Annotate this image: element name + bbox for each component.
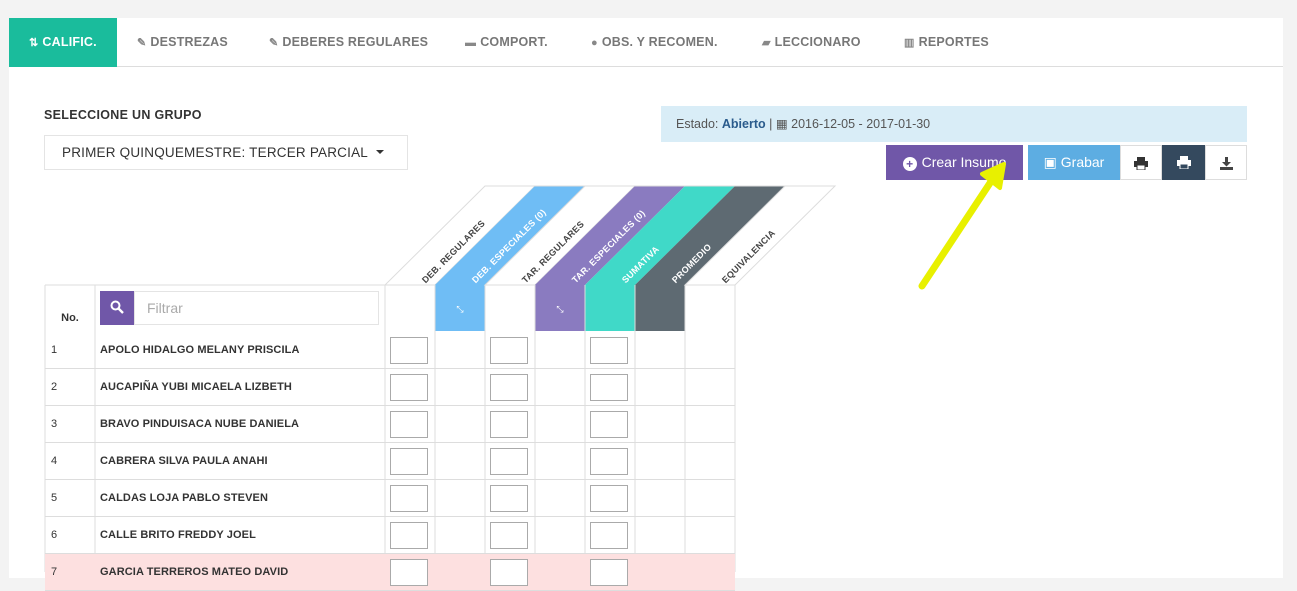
tab-reportes[interactable]: ▥ REPORTES <box>904 18 989 67</box>
sumativa-input[interactable] <box>590 522 628 549</box>
student-name: APOLO HIDALGO MELANY PRISCILA <box>100 344 300 356</box>
row-number: 2 <box>51 381 58 393</box>
tar-regulares-input[interactable] <box>490 337 528 364</box>
bar-chart-icon: ▥ <box>904 37 915 49</box>
row-number: 5 <box>51 492 58 504</box>
sumativa-input[interactable] <box>590 559 628 586</box>
save-icon: ▣ <box>1043 154 1057 170</box>
deb-regulares-input[interactable] <box>390 448 428 475</box>
caret-down-icon <box>376 150 384 155</box>
calendar-icon: ▦ <box>775 117 788 131</box>
student-name: CALLE BRITO FREDDY JOEL <box>100 529 256 541</box>
tab-bar: ⇅ CALIFIC. ✎ DESTREZAS ✎ DEBERES REGULARES … <box>9 18 1283 67</box>
sumativa-input[interactable] <box>590 374 628 401</box>
deb-regulares-input[interactable] <box>390 522 428 549</box>
tar-regulares-input[interactable] <box>490 559 528 586</box>
sort-icon: ⇅ <box>29 37 39 49</box>
print-icon <box>1134 157 1148 171</box>
table-row: 7 GARCIA TERREROS MATEO DAVID <box>45 554 735 591</box>
tab-comport[interactable]: ▬ COMPORT. <box>465 18 548 67</box>
book-icon: ▰ <box>762 37 771 49</box>
plus-circle-icon: + <box>902 157 917 171</box>
no-column-header: No. <box>61 312 79 324</box>
table-row: 3 BRAVO PINDUISACA NUBE DANIELA <box>45 406 735 443</box>
expand-icon[interactable]: ⤡ <box>456 305 463 315</box>
comment-icon: ▬ <box>465 37 477 49</box>
group-label: SELECCIONE UN GRUPO <box>44 108 202 122</box>
search-icon <box>110 300 124 314</box>
print-icon <box>1176 156 1191 170</box>
print-button[interactable] <box>1120 145 1162 180</box>
tar-regulares-input[interactable] <box>490 374 528 401</box>
tar-regulares-input[interactable] <box>490 485 528 512</box>
row-number: 7 <box>51 566 58 578</box>
group-select[interactable]: PRIMER QUINQUEMESTRE: TERCER PARCIAL <box>44 135 408 170</box>
deb-regulares-input[interactable] <box>390 485 428 512</box>
row-number: 6 <box>51 529 58 541</box>
crear-insumo-button[interactable]: + Crear Insumo <box>886 145 1023 180</box>
table-row: 6 CALLE BRITO FREDDY JOEL <box>45 517 735 554</box>
student-name: GARCIA TERREROS MATEO DAVID <box>100 566 289 578</box>
table-row: 5 CALDAS LOJA PABLO STEVEN <box>45 480 735 517</box>
row-number: 1 <box>51 344 58 356</box>
tab-leccionaro[interactable]: ▰ LECCIONARO <box>762 18 861 67</box>
tab-calific[interactable]: ⇅ CALIFIC. <box>9 18 117 67</box>
deb-regulares-input[interactable] <box>390 559 428 586</box>
status-state: Abierto <box>721 117 766 131</box>
deb-regulares-input[interactable] <box>390 374 428 401</box>
deb-regulares-input[interactable] <box>390 337 428 364</box>
student-name: CALDAS LOJA PABLO STEVEN <box>100 492 269 504</box>
tab-deberes-regulares[interactable]: ✎ DEBERES REGULARES <box>269 18 428 67</box>
search-button[interactable] <box>100 291 134 325</box>
table-row: 4 CABRERA SILVA PAULA ANAHI <box>45 443 735 480</box>
filter-input[interactable] <box>134 291 379 325</box>
grabar-button[interactable]: ▣ Grabar <box>1028 145 1120 180</box>
row-number: 4 <box>51 455 58 467</box>
comments-icon: ● <box>591 37 598 49</box>
expand-icon[interactable]: ⤡ <box>556 305 563 315</box>
table-row: 2 AUCAPIÑA YUBI MICAELA LIZBETH <box>45 369 735 406</box>
deb-regulares-input[interactable] <box>390 411 428 438</box>
download-button[interactable] <box>1205 145 1247 180</box>
student-name: BRAVO PINDUISACA NUBE DANIELA <box>100 418 300 430</box>
edit-icon: ✎ <box>137 37 147 49</box>
tar-regulares-input[interactable] <box>490 522 528 549</box>
print-alt-button[interactable] <box>1162 145 1205 180</box>
student-name: AUCAPIÑA YUBI MICAELA LIZBETH <box>100 381 292 393</box>
status-bar: Estado: Abierto | ▦ 2016-12-05 - 2017-01… <box>661 106 1247 142</box>
table-row: 1 APOLO HIDALGO MELANY PRISCILA <box>45 332 735 369</box>
download-icon <box>1219 157 1233 170</box>
sumativa-input[interactable] <box>590 485 628 512</box>
tar-regulares-input[interactable] <box>490 411 528 438</box>
row-number: 3 <box>51 418 58 430</box>
status-dates: 2016-12-05 - 2017-01-30 <box>791 117 931 131</box>
tab-destrezas[interactable]: ✎ DESTREZAS <box>137 18 228 67</box>
sumativa-input[interactable] <box>590 337 628 364</box>
student-name: CABRERA SILVA PAULA ANAHI <box>100 455 268 467</box>
edit-icon: ✎ <box>269 37 279 49</box>
sumativa-input[interactable] <box>590 448 628 475</box>
tar-regulares-input[interactable] <box>490 448 528 475</box>
sumativa-input[interactable] <box>590 411 628 438</box>
tab-obs-recomen[interactable]: ● OBS. Y RECOMEN. <box>591 18 718 67</box>
